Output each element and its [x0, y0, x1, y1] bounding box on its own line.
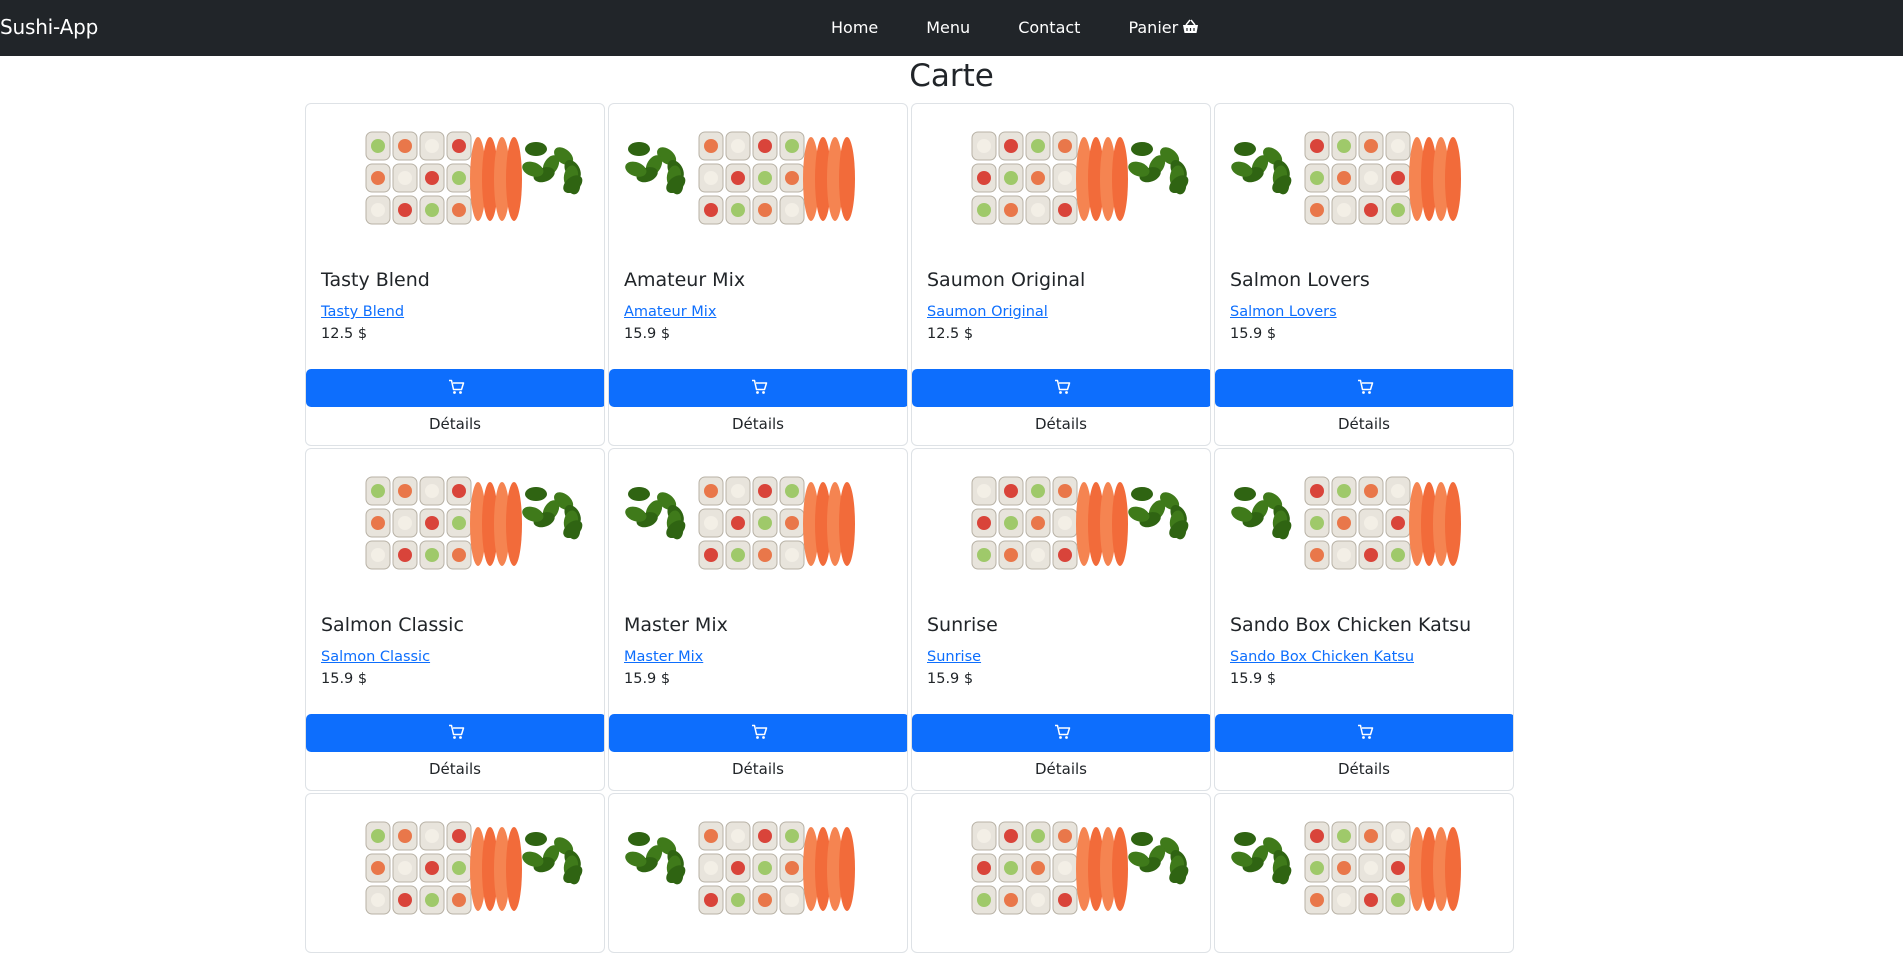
cart-icon [1357, 379, 1374, 398]
product-title: Sunrise [927, 614, 998, 636]
cart-icon [1357, 724, 1374, 743]
details-button[interactable]: Détails [306, 756, 604, 784]
product-price: 15.9 $ [1230, 326, 1277, 342]
product-title: Salmon Lovers [1230, 269, 1370, 291]
add-to-cart-button[interactable] [912, 369, 1210, 407]
product-card [1214, 793, 1514, 953]
add-to-cart-button[interactable] [609, 369, 907, 407]
product-card: Salmon Classic Salmon Classic 15.9 $ Dét… [305, 448, 605, 791]
cart-icon [751, 379, 768, 398]
product-link[interactable]: Tasty Blend [321, 304, 404, 320]
product-card: Salmon Lovers Salmon Lovers 15.9 $ Détai… [1214, 103, 1514, 446]
details-button[interactable]: Détails [1215, 756, 1513, 784]
product-link[interactable]: Sunrise [927, 649, 981, 665]
nav-links: Home Menu Contact Panier [815, 18, 1223, 39]
product-title: Tasty Blend [321, 269, 430, 291]
cart-icon [751, 724, 768, 743]
product-price: 12.5 $ [321, 326, 368, 342]
navbar: Sushi-App Home Menu Contact Panier [0, 0, 1903, 56]
product-price: 12.5 $ [927, 326, 974, 342]
product-image [365, 131, 583, 225]
product-image [971, 821, 1189, 915]
product-link[interactable]: Salmon Classic [321, 649, 430, 665]
product-title: Sando Box Chicken Katsu [1230, 614, 1472, 636]
product-card: Master Mix Master Mix 15.9 $ Détails [608, 448, 908, 791]
basket-icon [1182, 19, 1199, 39]
product-link[interactable]: Amateur Mix [624, 304, 716, 320]
page-title: Carte [909, 58, 994, 94]
product-card [911, 793, 1211, 953]
product-title: Amateur Mix [624, 269, 746, 291]
product-title: Saumon Original [927, 269, 1086, 291]
details-button[interactable]: Détails [912, 411, 1210, 439]
nav-contact[interactable]: Contact [994, 18, 1104, 39]
nav-home[interactable]: Home [815, 18, 902, 39]
add-to-cart-button[interactable] [1215, 369, 1513, 407]
product-title: Master Mix [624, 614, 728, 636]
product-card [608, 793, 908, 953]
nav-panier-label: Panier [1128, 18, 1179, 37]
product-image [1231, 476, 1461, 570]
product-link[interactable]: Master Mix [624, 649, 703, 665]
product-link[interactable]: Saumon Original [927, 304, 1048, 320]
details-button[interactable]: Détails [306, 411, 604, 439]
product-image [365, 476, 583, 570]
product-card: Sando Box Chicken Katsu Sando Box Chicke… [1214, 448, 1514, 791]
product-card: Tasty Blend Tasty Blend 12.5 $ Détails [305, 103, 605, 446]
cart-icon [448, 724, 465, 743]
product-image [971, 131, 1189, 225]
product-image [1231, 821, 1461, 915]
details-button[interactable]: Détails [609, 411, 907, 439]
add-to-cart-button[interactable] [306, 714, 604, 752]
product-image [365, 821, 583, 915]
product-card: Saumon Original Saumon Original 12.5 $ D… [911, 103, 1211, 446]
product-image [625, 821, 855, 915]
product-link[interactable]: Salmon Lovers [1230, 304, 1337, 320]
product-price: 15.9 $ [624, 671, 671, 687]
product-image [625, 131, 855, 225]
brand-link[interactable]: Sushi-App [0, 15, 98, 39]
product-price: 15.9 $ [321, 671, 368, 687]
product-card [305, 793, 605, 953]
add-to-cart-button[interactable] [306, 369, 604, 407]
cart-icon [448, 379, 465, 398]
product-card: Sunrise Sunrise 15.9 $ Détails [911, 448, 1211, 791]
cart-icon [1054, 379, 1071, 398]
nav-menu[interactable]: Menu [902, 18, 994, 39]
add-to-cart-button[interactable] [609, 714, 907, 752]
product-link[interactable]: Sando Box Chicken Katsu [1230, 649, 1414, 665]
details-button[interactable]: Détails [912, 756, 1210, 784]
product-price: 15.9 $ [927, 671, 974, 687]
product-image [971, 476, 1189, 570]
product-image [1231, 131, 1461, 225]
details-button[interactable]: Détails [609, 756, 907, 784]
product-title: Salmon Classic [321, 614, 464, 636]
nav-panier[interactable]: Panier [1104, 18, 1223, 39]
product-price: 15.9 $ [624, 326, 671, 342]
product-price: 15.9 $ [1230, 671, 1277, 687]
details-button[interactable]: Détails [1215, 411, 1513, 439]
product-image [625, 476, 855, 570]
add-to-cart-button[interactable] [1215, 714, 1513, 752]
add-to-cart-button[interactable] [912, 714, 1210, 752]
cart-icon [1054, 724, 1071, 743]
product-card: Amateur Mix Amateur Mix 15.9 $ Détails [608, 103, 908, 446]
